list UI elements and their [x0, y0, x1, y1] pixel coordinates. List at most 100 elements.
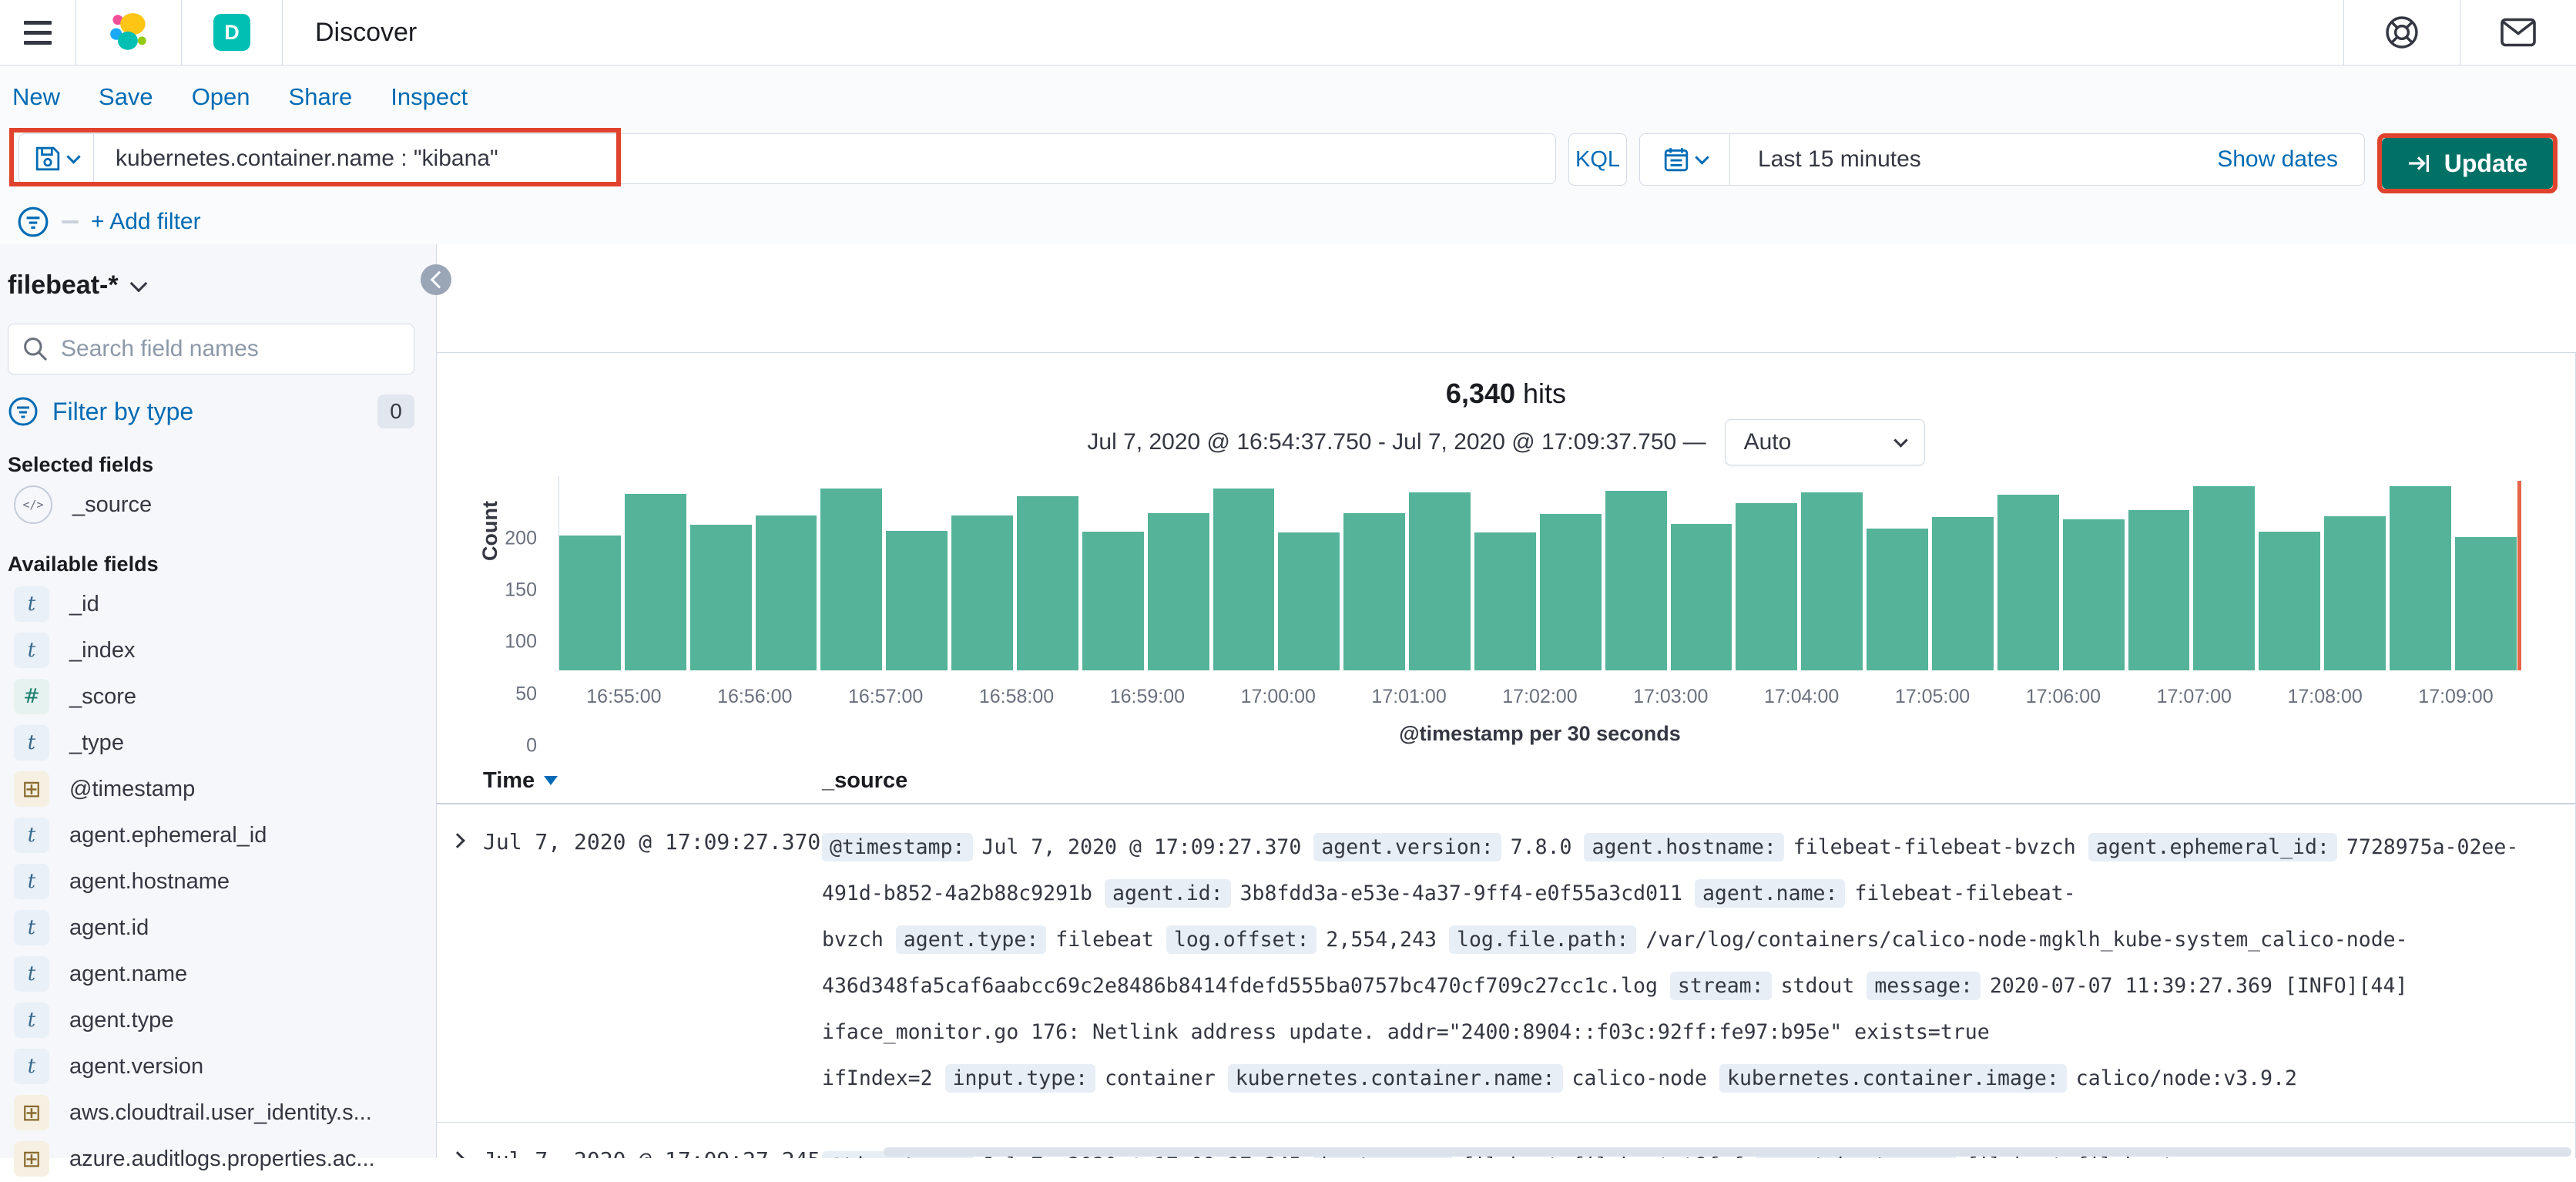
kql-language-button[interactable]: KQL	[1568, 133, 1627, 186]
field-name: agent.ephemeral_id	[69, 822, 267, 848]
index-pattern-name: filebeat-*	[8, 270, 119, 300]
histogram-bar-16:58:30[interactable]	[1082, 531, 1144, 670]
histogram-bar-16:55:00[interactable]	[624, 494, 686, 670]
field-key-badge: agent.ephemeral_id:	[2088, 833, 2337, 861]
content-area: filebeat-* Filter by type 0 Selected fie…	[0, 244, 2576, 1177]
histogram-bar-16:59:00[interactable]	[1147, 513, 1209, 670]
update-annotation-box: Update	[2377, 133, 2558, 193]
histogram-bar-17:04:00[interactable]	[1801, 492, 1863, 670]
filter-pin-dash	[62, 220, 79, 223]
expand-row-button[interactable]	[450, 824, 483, 1102]
top-navigation-bar: D Discover	[0, 0, 2576, 65]
histogram-bar-16:56:00[interactable]	[755, 515, 817, 670]
histogram-bar-17:06:30[interactable]	[2128, 509, 2190, 670]
time-column-header[interactable]: Time	[483, 768, 822, 794]
t-field-type-icon: t	[14, 1049, 49, 1084]
filter-bar: + Add filter	[0, 200, 2576, 244]
histogram-bar-17:04:30[interactable]	[1867, 528, 1929, 670]
index-pattern-selector[interactable]: filebeat-*	[8, 270, 414, 301]
histogram-bar-17:02:00[interactable]	[1539, 514, 1602, 670]
horizontal-scrollbar[interactable]	[884, 1147, 2571, 1157]
field-item-_score[interactable]: # _score	[8, 673, 414, 720]
histogram-bar-17:01:00[interactable]	[1409, 492, 1471, 670]
expand-row-button[interactable]	[450, 1143, 483, 1158]
add-filter-button[interactable]: + Add filter	[91, 209, 201, 235]
selected-fields-heading: Selected fields	[8, 453, 154, 476]
histogram-bar-17:07:30[interactable]	[2259, 531, 2321, 670]
field-item-azure.auditlogs.properties.ac...[interactable]: ⊞ azure.auditlogs.properties.ac...	[8, 1136, 414, 1182]
collapse-sidebar-button[interactable]	[421, 264, 451, 295]
histogram-bar-17:07:00[interactable]	[2193, 485, 2256, 670]
histogram-bar-16:58:00[interactable]	[1017, 496, 1078, 670]
table-row: Jul 7, 2020 @ 17:09:27.370 @timestamp: Jul…	[437, 804, 2575, 1123]
filter-by-type-button[interactable]: Filter by type	[52, 398, 193, 426]
results-panel: 6,340 hits Jul 7, 2020 @ 16:54:37.750 - …	[437, 352, 2576, 1158]
help-button[interactable]	[2344, 0, 2460, 65]
field-item-agent.ephemeral_id[interactable]: t agent.ephemeral_id	[8, 812, 414, 858]
histogram-bar-16:57:30[interactable]	[951, 515, 1014, 670]
histogram-bar-17:08:00[interactable]	[2324, 516, 2386, 670]
histogram-bar-16:55:30[interactable]	[689, 525, 752, 670]
newsfeed-button[interactable]	[2460, 0, 2576, 65]
field-key-badge: stream:	[1669, 972, 1772, 1000]
field-key-badge: @timestamp:	[822, 833, 973, 861]
histogram-bar-17:09:00[interactable]	[2454, 537, 2517, 670]
field-item-_id[interactable]: t _id	[8, 581, 414, 627]
query-input[interactable]	[93, 133, 1556, 184]
histogram-bar-17:03:30[interactable]	[1736, 502, 1798, 670]
show-dates-button[interactable]: Show dates	[2217, 146, 2364, 173]
field-item-aws.cloudtrail.user_identity.s...[interactable]: ⊞ aws.cloudtrail.user_identity.s...	[8, 1090, 414, 1136]
histogram-bar-17:00:30[interactable]	[1343, 513, 1406, 670]
search-field-names-input[interactable]	[59, 335, 400, 363]
field-name: agent.type	[69, 1007, 174, 1033]
histogram-bar-17:08:30[interactable]	[2390, 485, 2451, 670]
histogram-plot	[558, 476, 2521, 670]
y-axis-tick: 150	[505, 579, 537, 601]
t-field-type-icon: t	[14, 633, 49, 668]
histogram-bar-17:03:00[interactable]	[1670, 524, 1732, 670]
menu-link-open[interactable]: Open	[192, 83, 250, 111]
field-item-@timestamp[interactable]: ⊞ @timestamp	[8, 766, 414, 812]
field-item-agent.type[interactable]: t agent.type	[8, 997, 414, 1043]
histogram-bar-17:00:00[interactable]	[1278, 532, 1340, 670]
field-item-_source[interactable]: </> _source	[8, 482, 414, 528]
field-key-badge: message:	[1867, 972, 1981, 1000]
histogram-bar-16:54:30[interactable]	[559, 535, 621, 670]
menu-link-new[interactable]: New	[12, 83, 60, 111]
field-item-_type[interactable]: t _type	[8, 720, 414, 766]
date-picker: Last 15 minutes Show dates	[1639, 133, 2365, 186]
histogram-bar-17:01:30[interactable]	[1474, 532, 1536, 670]
field-item-agent.version[interactable]: t agent.version	[8, 1043, 414, 1090]
histogram-bar-16:56:30[interactable]	[820, 489, 883, 670]
field-item-agent.name[interactable]: t agent.name	[8, 951, 414, 997]
saved-query-menu-button[interactable]	[18, 133, 93, 184]
histogram-bar-16:59:30[interactable]	[1213, 489, 1275, 670]
histogram-bar-17:05:00[interactable]	[1932, 517, 1994, 670]
interval-value: Auto	[1743, 429, 1792, 455]
menu-link-inspect[interactable]: Inspect	[391, 83, 468, 111]
field-key-badge: agent.name:	[1694, 879, 1846, 908]
row-time-cell: Jul 7, 2020 @ 17:09:27.245	[483, 1143, 822, 1158]
field-item-_index[interactable]: t _index	[8, 627, 414, 673]
calendar-menu-button[interactable]	[1640, 134, 1730, 185]
interval-select[interactable]: Auto	[1724, 419, 1925, 465]
update-button[interactable]: Update	[2382, 138, 2553, 189]
histogram-bar-17:05:30[interactable]	[1997, 495, 2059, 670]
field-key-badge: kubernetes.container.name:	[1227, 1064, 1563, 1093]
menu-hamburger-button[interactable]	[0, 0, 75, 65]
filter-icon[interactable]	[17, 206, 49, 238]
field-value: calico/node:v3.9.2	[2075, 1066, 2297, 1090]
histogram-bar-17:06:00[interactable]	[2062, 519, 2125, 670]
time-range-value[interactable]: Last 15 minutes	[1730, 146, 1921, 173]
discover-app-badge[interactable]: D	[182, 0, 282, 65]
histogram-bar-17:02:30[interactable]	[1605, 491, 1667, 670]
menu-link-save[interactable]: Save	[99, 83, 153, 111]
field-item-agent.hostname[interactable]: t agent.hostname	[8, 858, 414, 905]
field-item-agent.id[interactable]: t agent.id	[8, 905, 414, 951]
x-axis-tick: 17:07:00	[2156, 686, 2232, 707]
discover-main: 6,340 hits Jul 7, 2020 @ 16:54:37.750 - …	[436, 244, 2576, 1158]
histogram-bar-16:57:00[interactable]	[886, 530, 948, 670]
menu-link-share[interactable]: Share	[289, 83, 353, 111]
elastic-logo[interactable]	[76, 0, 181, 65]
x-axis-tick: 17:01:00	[1371, 686, 1447, 707]
